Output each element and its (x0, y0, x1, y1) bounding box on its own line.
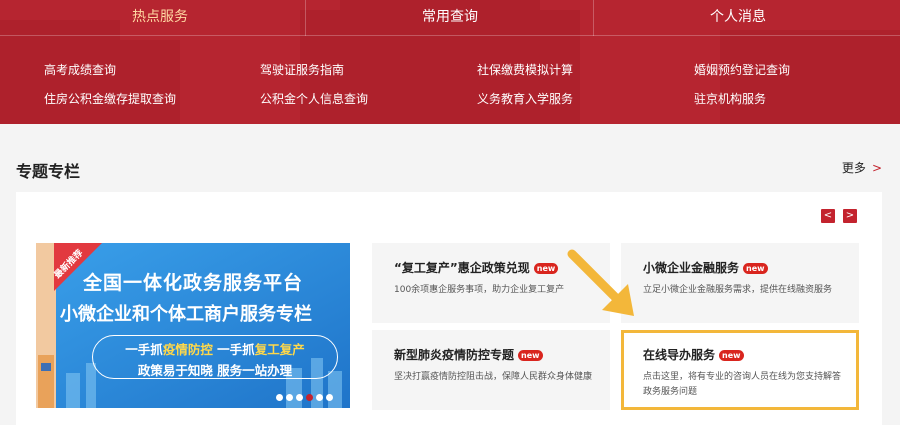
card-title-text[interactable]: 新型肺炎疫情防控专题 (394, 348, 514, 362)
chevron-right-icon[interactable]: > (872, 161, 882, 175)
card-title-text[interactable]: 小微企业金融服务 (643, 261, 739, 275)
slogan-text: 一手抓 (212, 342, 255, 357)
carousel-dot-active[interactable] (306, 394, 313, 401)
carousel-dot[interactable] (326, 394, 333, 401)
slogan-highlight: 疫情防控 (162, 342, 213, 357)
card-title-text[interactable]: 在线导办服务 (643, 348, 715, 362)
card-title[interactable]: 在线导办服务 new (643, 346, 744, 363)
link-housing-fund-withdraw[interactable]: 住房公积金缴存提取查询 (44, 90, 176, 107)
carousel-prev-button[interactable]: < (821, 209, 835, 223)
tab-common-queries[interactable]: 常用查询 (305, 6, 595, 26)
pointer-arrow-icon (567, 249, 634, 316)
banner-slogan: 一手抓疫情防控 一手抓复工复产 (102, 339, 328, 358)
link-housing-fund-info[interactable]: 公积金个人信息查询 (260, 90, 368, 107)
slogan-text: 一手抓 (125, 342, 163, 357)
link-compulsory-education[interactable]: 义务教育入学服务 (477, 90, 573, 107)
topic-card-online-guide[interactable]: 在线导办服务 new 点击这里，将有专业的咨询人员在线为您支持解答政务服务问题 (621, 330, 859, 410)
more-link[interactable]: 更多 > (842, 159, 882, 176)
carousel-dot[interactable] (276, 394, 283, 401)
card-description: 100余项惠企服务事项，助力企业复工复产 (394, 285, 565, 295)
featured-banner[interactable]: 最新推荐 全国一体化政务服务平台 小微企业和个体工商户服务专栏 一手抓疫情防控 … (36, 243, 350, 408)
card-title-text[interactable]: “复工复产”惠企政策兑现 (394, 261, 530, 275)
section-title: 专题专栏 (16, 162, 81, 181)
link-driver-license-guide[interactable]: 驾驶证服务指南 (260, 61, 344, 78)
card-title[interactable]: 小微企业金融服务 new (643, 259, 768, 276)
carousel-dot[interactable] (286, 394, 293, 401)
more-label[interactable]: 更多 (842, 161, 866, 175)
banner-title: 全国一体化政务服务平台 (82, 272, 303, 294)
new-badge: new (518, 350, 543, 361)
link-beijing-offices[interactable]: 驻京机构服务 (694, 90, 766, 107)
carousel-dot[interactable] (316, 394, 323, 401)
card-title[interactable]: “复工复产”惠企政策兑现 new (394, 259, 559, 276)
banner-tagline: 政策易于知晓 服务一站办理 (137, 363, 293, 378)
card-description: 立足小微企业金融服务需求，提供在线融资服务 (643, 285, 833, 295)
carousel-dot[interactable] (296, 394, 303, 401)
card-description: 点击这里，将有专业的咨询人员在线为您支持解答政务服务问题 (643, 372, 842, 397)
new-badge: new (719, 350, 744, 361)
banner-subtitle: 小微企业和个体工商户服务专栏 (60, 304, 312, 325)
card-title[interactable]: 新型肺炎疫情防控专题 new (394, 346, 543, 363)
service-tabs: 热点服务 常用查询 个人消息 (0, 0, 900, 36)
link-marriage-appointment[interactable]: 婚姻预约登记查询 (694, 61, 790, 78)
carousel-dots (276, 394, 333, 401)
card-description: 坚决打赢疫情防控阻击战，保障人民群众身体健康 (394, 372, 593, 382)
link-social-security-calc[interactable]: 社保缴费模拟计算 (477, 61, 573, 78)
topic-card-micro-finance[interactable]: 小微企业金融服务 new 立足小微企业金融服务需求，提供在线融资服务 (621, 243, 859, 323)
tab-hot-services[interactable]: 热点服务 (15, 6, 305, 26)
slogan-highlight: 复工复产 (254, 342, 305, 357)
new-badge: new (743, 263, 768, 274)
topic-card-epidemic-control[interactable]: 新型肺炎疫情防控专题 new 坚决打赢疫情防控阻击战，保障人民群众身体健康 (372, 330, 610, 410)
carousel-next-button[interactable]: > (843, 209, 857, 223)
new-badge: new (533, 263, 559, 274)
link-gaokao-score[interactable]: 高考成绩查询 (44, 61, 116, 78)
hot-services-banner: 热点服务 常用查询 个人消息 高考成绩查询 驾驶证服务指南 社保缴费模拟计算 婚… (0, 0, 900, 124)
tab-personal-messages[interactable]: 个人消息 (593, 6, 883, 26)
